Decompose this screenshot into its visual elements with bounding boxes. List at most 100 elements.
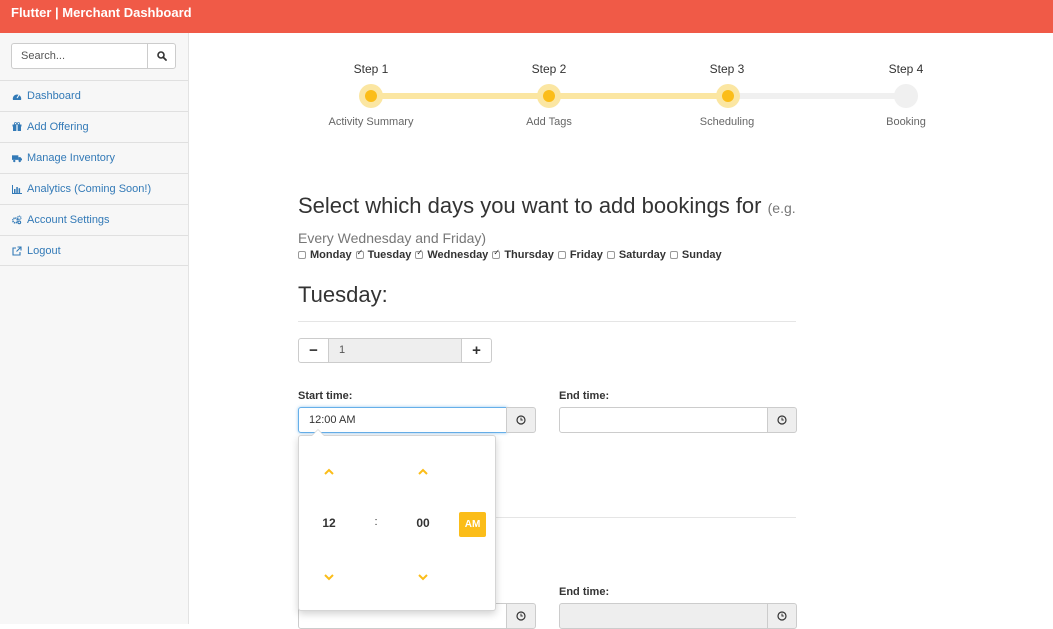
sidebar-item-label: Account Settings (27, 214, 110, 226)
step-2-marker[interactable] (537, 84, 561, 108)
checkbox[interactable] (606, 251, 615, 259)
sidebar-item-analytics[interactable]: Analytics (Coming Soon!) (0, 173, 188, 204)
divider (298, 321, 796, 322)
decrement-minute-button[interactable] (416, 572, 430, 582)
step-title: Step 4 (888, 62, 924, 76)
start-time-clock-button[interactable] (506, 407, 536, 433)
step-2[interactable]: Step 2 Add Tags (489, 62, 609, 128)
step-3-marker[interactable] (716, 84, 740, 108)
day-checkbox-saturday[interactable]: Saturday (606, 249, 666, 261)
step-label: Booking (886, 116, 926, 128)
end-time-field (559, 603, 797, 629)
day-checkbox-wednesday[interactable]: Wednesday (415, 248, 489, 261)
quantity-stepper: − 1 + (298, 338, 492, 363)
sidebar-item-label: Dashboard (27, 90, 81, 102)
day-label: Friday (569, 249, 603, 261)
search-button[interactable] (147, 43, 176, 69)
truck-icon (12, 153, 22, 163)
heading-text: Select which days you want to add bookin… (298, 193, 762, 218)
step-title: Step 2 (531, 62, 567, 76)
day-checkbox-thursday[interactable]: Thursday (492, 248, 554, 261)
start-time-field: 12:00 AM (298, 407, 536, 433)
step-3[interactable]: Step 3 Scheduling (667, 62, 787, 128)
day-label: Tuesday (367, 249, 412, 261)
chevron-up-icon (418, 468, 428, 475)
day-checkbox-friday[interactable]: Friday (557, 249, 603, 261)
end-time-label: End time: (559, 390, 610, 402)
day-label: Saturday (618, 249, 666, 261)
decrement-button[interactable]: − (298, 338, 329, 363)
dashboard-icon (12, 91, 22, 101)
clock-icon (516, 611, 526, 621)
day-checkbox-monday[interactable]: Monday (298, 249, 352, 261)
start-time-input[interactable]: 12:00 AM (298, 407, 507, 433)
sidebar-item-label: Manage Inventory (27, 152, 116, 164)
sidebar-item-manage-inventory[interactable]: Manage Inventory (0, 142, 188, 173)
checkbox[interactable] (355, 248, 364, 259)
step-1-marker[interactable] (359, 84, 383, 108)
start-time-label: Start time: (298, 390, 353, 402)
chevron-up-icon (324, 468, 334, 475)
day-label: Monday (310, 249, 352, 261)
step-label: Activity Summary (328, 116, 414, 128)
sidebar-item-add-offering[interactable]: Add Offering (0, 111, 188, 142)
checkbox[interactable] (492, 248, 501, 259)
sidebar-item-dashboard[interactable]: Dashboard (0, 80, 188, 111)
clock-icon (516, 415, 526, 425)
time-separator: : (374, 516, 378, 528)
gears-icon (12, 215, 22, 225)
step-title: Step 1 (353, 62, 389, 76)
quantity-input[interactable]: 1 (328, 338, 462, 363)
end-time-clock-button[interactable] (767, 407, 797, 433)
step-label: Scheduling (699, 116, 755, 128)
sidebar-search (11, 43, 176, 69)
time-picker-popup: 12 : 00 AM (298, 429, 496, 611)
hour-value[interactable]: 12 (313, 516, 345, 530)
day-label: Thursday (504, 249, 554, 261)
sidebar-item-label: Analytics (Coming Soon!) (27, 183, 152, 195)
checkbox[interactable] (557, 251, 566, 259)
checkbox[interactable] (415, 248, 424, 259)
increment-minute-button[interactable] (416, 466, 430, 476)
checkbox[interactable] (298, 251, 306, 259)
start-time-clock-button[interactable] (506, 603, 536, 629)
day-label: Wednesday (427, 249, 489, 261)
end-time-input[interactable] (559, 603, 768, 629)
step-label: Add Tags (526, 116, 572, 128)
sidebar: Dashboard Add Offering Manage Inventory … (0, 33, 189, 624)
increment-hour-button[interactable] (322, 466, 336, 476)
clock-icon (777, 611, 787, 621)
step-4[interactable]: Step 4 Booking (846, 62, 966, 128)
day-checkbox-sunday[interactable]: Sunday (669, 249, 722, 261)
day-checkbox-tuesday[interactable]: Tuesday (355, 248, 412, 261)
top-navbar: Flutter | Merchant Dashboard (0, 0, 1053, 33)
am-pm-toggle[interactable]: AM (459, 512, 486, 537)
sidebar-item-logout[interactable]: Logout (0, 235, 188, 266)
end-time-label: End time: (559, 586, 610, 598)
step-4-marker[interactable] (894, 84, 918, 108)
end-time-field (559, 407, 797, 433)
page-heading: Select which days you want to add bookin… (298, 192, 818, 252)
step-track-remaining (728, 93, 906, 99)
search-input[interactable] (11, 43, 148, 69)
chevron-down-icon (324, 573, 334, 580)
app-title[interactable]: Flutter | Merchant Dashboard (11, 5, 192, 20)
sidebar-item-label: Logout (27, 244, 61, 257)
gift-icon (12, 122, 22, 132)
end-time-input[interactable] (559, 407, 768, 433)
end-time-clock-button[interactable] (767, 603, 797, 629)
increment-button[interactable]: + (461, 338, 492, 363)
step-1[interactable]: Step 1 Activity Summary (311, 62, 431, 128)
clock-icon (777, 415, 787, 425)
section-title: Tuesday: (298, 282, 388, 307)
sidebar-item-label: Add Offering (27, 121, 89, 133)
minute-value[interactable]: 00 (407, 516, 439, 530)
checkbox[interactable] (669, 251, 678, 259)
external-link-icon (12, 245, 22, 256)
chevron-down-icon (418, 573, 428, 580)
day-label: Sunday (681, 249, 722, 261)
decrement-hour-button[interactable] (322, 572, 336, 582)
search-icon (156, 51, 167, 61)
sidebar-item-account-settings[interactable]: Account Settings (0, 204, 188, 235)
day-checkboxes: Monday Tuesday Wednesday Thursday Friday… (298, 248, 726, 261)
